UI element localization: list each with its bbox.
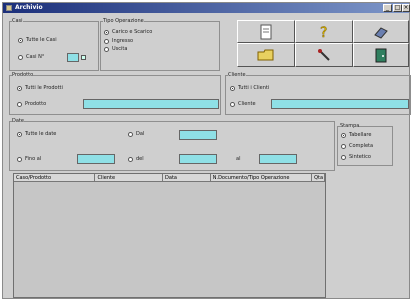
pen-icon [318, 49, 330, 61]
fino-al-date-field[interactable] [77, 154, 115, 164]
casi-group: Casi Tutte le Casi Casi N° [9, 18, 99, 71]
uscita-label: Uscita [112, 46, 128, 52]
radio-tutti-clienti[interactable] [230, 86, 235, 91]
open-button[interactable] [237, 43, 295, 67]
stampa-group-title: Stampa [340, 123, 360, 129]
table-header: Caso/Prodotto Cliente Data N.Documento/T… [14, 174, 325, 182]
tipo-operazione-group: Tipo Operazione Carico e Scarico Ingress… [100, 18, 220, 71]
radio-del[interactable] [128, 157, 133, 162]
del-label: del [136, 156, 144, 162]
cliente-field[interactable] [271, 99, 409, 109]
radio-carico-scarico[interactable] [104, 30, 109, 35]
radio-ingresso[interactable] [104, 39, 109, 44]
ingresso-label: Ingresso [112, 38, 134, 44]
stampa-group: Stampa Tabellare Completa Sintetico [337, 123, 393, 166]
column-header-caso-prodotto[interactable]: Caso/Prodotto [14, 174, 96, 182]
completa-label: Completa [349, 143, 374, 149]
column-header-data[interactable]: Data [163, 174, 211, 182]
page-icon [260, 24, 272, 39]
tutte-date-label: Tutte le date [25, 131, 57, 137]
archive-window: Archivio _ □ × Casi Tutte le Casi Casi N… [2, 2, 411, 299]
open-folder-icon [257, 49, 274, 61]
radio-fino-al[interactable] [17, 157, 22, 162]
exit-door-icon [375, 48, 387, 63]
title-bar: Archivio _ □ × [3, 3, 410, 13]
al-date-field[interactable] [259, 154, 297, 164]
radio-tutte-casi-label: Tutte le Casi [26, 37, 57, 43]
radio-tutte-date[interactable] [17, 132, 22, 137]
cliente-group: Cliente Tutti i Clienti Cliente [225, 72, 411, 115]
radio-cliente[interactable] [230, 102, 235, 107]
del-date-field[interactable] [179, 154, 217, 164]
radio-tutte-casi[interactable] [18, 38, 23, 43]
radio-casi-n[interactable] [18, 55, 23, 60]
sintetico-label: Sintetico [349, 154, 371, 160]
results-table[interactable]: Caso/Prodotto Cliente Data N.Documento/T… [13, 173, 326, 298]
prodotto-label: Prodotto [25, 101, 47, 107]
radio-uscita[interactable] [104, 47, 109, 52]
fino-al-label: Fino al [25, 156, 42, 162]
radio-tutti-prodotti[interactable] [17, 86, 22, 91]
date-group: Date Tutte le date Dal Fino al del al [9, 118, 335, 171]
help-icon: ? [320, 24, 328, 40]
carico-scarico-label: Carico e Scarico [112, 29, 153, 35]
cliente-group-title: Cliente [228, 72, 246, 78]
casi-group-title: Casi [12, 18, 23, 24]
prodotto-field[interactable] [83, 99, 219, 109]
radio-dal[interactable] [128, 132, 133, 137]
maximize-button[interactable]: □ [393, 4, 402, 12]
app-icon [6, 5, 12, 11]
column-header-cliente[interactable]: Cliente [95, 174, 164, 182]
prodotto-group: Prodotto Tutti le Prodotti Prodotto [9, 72, 221, 115]
eraser-icon [374, 26, 388, 39]
radio-completa[interactable] [341, 144, 346, 149]
column-header-documento[interactable]: N.Documento/Tipo Operazione [210, 174, 313, 182]
exit-button[interactable] [353, 43, 409, 67]
new-document-button[interactable] [237, 20, 295, 43]
help-button[interactable]: ? [295, 20, 353, 43]
date-group-title: Date [12, 118, 24, 124]
minimize-button[interactable]: _ [383, 4, 392, 12]
radio-sintetico[interactable] [341, 155, 346, 160]
edit-button[interactable] [295, 43, 353, 67]
dal-label: Dal [136, 131, 145, 137]
tutti-clienti-label: Tutti i Clienti [238, 85, 270, 91]
tipo-operazione-title: Tipo Operazione [103, 18, 144, 24]
cliente-label: Cliente [238, 101, 256, 107]
radio-casi-n-label: Casi N° [26, 54, 45, 60]
casi-lookup-button[interactable] [81, 55, 86, 60]
radio-tabellare[interactable] [341, 133, 346, 138]
radio-prodotto[interactable] [17, 102, 22, 107]
casi-number-field[interactable] [67, 53, 79, 62]
dal-date-field[interactable] [179, 130, 217, 140]
tutti-prodotti-label: Tutti le Prodotti [25, 85, 63, 91]
close-button[interactable]: × [402, 4, 410, 12]
prodotto-group-title: Prodotto [12, 72, 34, 78]
svg-text:?: ? [320, 25, 327, 40]
al-label: al [236, 156, 241, 162]
column-header-qta[interactable]: Qta [312, 174, 325, 182]
window-title: Archivio [15, 4, 43, 11]
tabellare-label: Tabellare [349, 132, 372, 138]
clear-button[interactable] [353, 20, 409, 43]
